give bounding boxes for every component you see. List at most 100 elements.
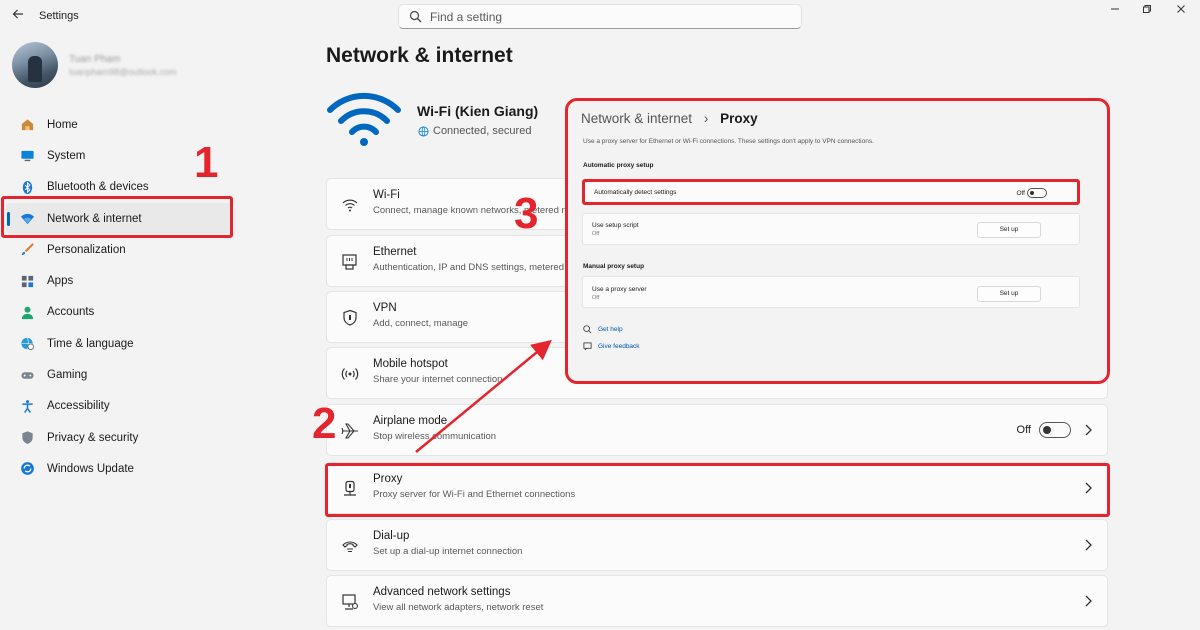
- proxy-icon: [344, 480, 356, 496]
- connection-status-text: Connected, secured: [433, 125, 532, 137]
- app-title: Settings: [39, 10, 79, 22]
- chevron-right-icon: [1085, 595, 1092, 607]
- setup-script-row[interactable]: Use setup script Off Set up: [582, 213, 1080, 245]
- give-feedback-link[interactable]: Give feedback: [598, 343, 640, 350]
- auto-detect-toggle[interactable]: [1027, 188, 1047, 198]
- title-bar: Settings: [0, 0, 1200, 32]
- update-icon: [20, 461, 35, 476]
- apps-icon: [20, 274, 35, 289]
- help-icon: [583, 325, 592, 334]
- sidebar-item-label: Network & internet: [47, 212, 142, 225]
- shield-icon: [20, 430, 35, 445]
- setup-script-state: Off: [592, 231, 600, 237]
- auto-detect-label: Automatically detect settings: [594, 189, 677, 196]
- sidebar-item-gaming[interactable]: Gaming: [6, 359, 232, 390]
- card-subtitle: Connect, manage known networks, metered …: [373, 205, 595, 216]
- close-button[interactable]: [1170, 2, 1192, 20]
- breadcrumb-parent[interactable]: Network & internet: [581, 111, 692, 126]
- display-icon: [20, 148, 35, 163]
- dialup-icon: [342, 541, 358, 553]
- proxy-breadcrumb: Network & internet › Proxy: [581, 111, 758, 126]
- step-number-3: 3: [514, 189, 539, 238]
- sidebar-item-home[interactable]: Home: [6, 109, 232, 140]
- toggle-state-label: Off: [1016, 424, 1031, 436]
- card-title: Airplane mode: [373, 415, 448, 427]
- sidebar-item-accounts[interactable]: Accounts: [6, 297, 232, 328]
- search-box[interactable]: [398, 4, 802, 29]
- card-title: Proxy: [373, 473, 403, 485]
- sidebar-item-label: Windows Update: [47, 462, 134, 475]
- network-adapter-icon: [342, 594, 358, 610]
- card-subtitle: Stop wireless communication: [373, 431, 497, 442]
- globe-clock-icon: [20, 336, 35, 351]
- sidebar-item-accessibility[interactable]: Accessibility: [6, 391, 232, 422]
- card-subtitle: Share your internet connection: [373, 374, 503, 385]
- chevron-right-icon: [1085, 424, 1092, 436]
- brush-icon: [20, 242, 35, 257]
- profile-name: Tuan Pham: [69, 54, 121, 65]
- breadcrumb-current: Proxy: [720, 111, 758, 126]
- home-icon: [20, 117, 35, 132]
- card-subtitle: Add, connect, manage: [373, 318, 469, 329]
- connection-status: Connected, secured: [418, 125, 531, 137]
- sidebar-item-label: Privacy & security: [47, 431, 139, 444]
- airplane-icon: [341, 423, 358, 439]
- sidebar-item-label: System: [47, 149, 86, 162]
- card-title: VPN: [373, 302, 397, 314]
- sidebar-item-time-language[interactable]: Time & language: [6, 328, 232, 359]
- get-help-link[interactable]: Get help: [598, 326, 623, 333]
- close-icon: [1177, 5, 1185, 13]
- person-icon: [20, 305, 35, 320]
- back-button[interactable]: [10, 8, 26, 24]
- proxy-server-row[interactable]: Use a proxy server Off Set up: [582, 276, 1080, 308]
- auto-detect-state: Off: [1016, 190, 1025, 197]
- sidebar-item-apps[interactable]: Apps: [6, 265, 232, 296]
- ethernet-icon: [342, 254, 357, 270]
- sidebar-item-network[interactable]: Network & internet: [6, 202, 232, 235]
- proxy-server-state: Off: [592, 295, 600, 301]
- chevron-right-icon: [1085, 539, 1092, 551]
- sidebar-item-personalization[interactable]: Personalization: [6, 234, 232, 265]
- globe-icon: [418, 125, 429, 137]
- setup-script-button[interactable]: Set up: [977, 222, 1041, 238]
- sidebar-item-label: Home: [47, 118, 78, 131]
- maximize-icon: [1143, 5, 1151, 13]
- minimize-icon: [1111, 8, 1119, 10]
- arrow-left-icon: [12, 9, 23, 19]
- avatar[interactable]: [12, 42, 58, 88]
- gamepad-icon: [20, 368, 35, 383]
- search-icon: [409, 10, 422, 23]
- maximize-button[interactable]: [1136, 2, 1158, 20]
- card-proxy[interactable]: Proxy Proxy server for Wi-Fi and Etherne…: [326, 462, 1108, 514]
- accessibility-icon: [20, 399, 35, 414]
- card-title: Ethernet: [373, 246, 417, 258]
- profile-email: tuanpham98@outlook.com: [69, 67, 177, 77]
- sidebar-item-label: Bluetooth & devices: [47, 181, 149, 194]
- card-advanced-network[interactable]: Advanced network settings View all netwo…: [326, 575, 1108, 627]
- card-dial-up[interactable]: Dial-up Set up a dial-up internet connec…: [326, 519, 1108, 571]
- step-number-1: 1: [194, 138, 219, 187]
- bluetooth-icon: [20, 180, 35, 195]
- card-subtitle: Set up a dial-up internet connection: [373, 546, 523, 557]
- sidebar-item-label: Gaming: [47, 369, 88, 382]
- step-number-2: 2: [312, 399, 337, 448]
- card-airplane-mode[interactable]: Airplane mode Stop wireless communicatio…: [326, 404, 1108, 456]
- sidebar-item-label: Accessibility: [47, 400, 110, 413]
- sidebar-item-windows-update[interactable]: Windows Update: [6, 453, 232, 484]
- sidebar-item-privacy[interactable]: Privacy & security: [6, 422, 232, 453]
- page-title: Network & internet: [326, 44, 513, 67]
- wifi-status-icon: [327, 92, 401, 146]
- auto-detect-row[interactable]: Automatically detect settings Off: [582, 179, 1080, 205]
- proxy-server-button[interactable]: Set up: [977, 286, 1041, 302]
- feedback-icon: [583, 342, 592, 351]
- search-input[interactable]: [430, 5, 790, 28]
- minimize-button[interactable]: [1104, 2, 1126, 20]
- wifi-icon: [342, 199, 358, 212]
- airplane-mode-toggle[interactable]: [1039, 422, 1071, 438]
- card-title: Mobile hotspot: [373, 358, 448, 370]
- card-subtitle: View all network adapters, network reset: [373, 602, 544, 613]
- manual-proxy-heading: Manual proxy setup: [583, 263, 645, 270]
- sidebar-item-label: Time & language: [47, 337, 134, 350]
- setup-script-label: Use setup script: [592, 222, 639, 229]
- sidebar-item-label: Apps: [47, 275, 74, 288]
